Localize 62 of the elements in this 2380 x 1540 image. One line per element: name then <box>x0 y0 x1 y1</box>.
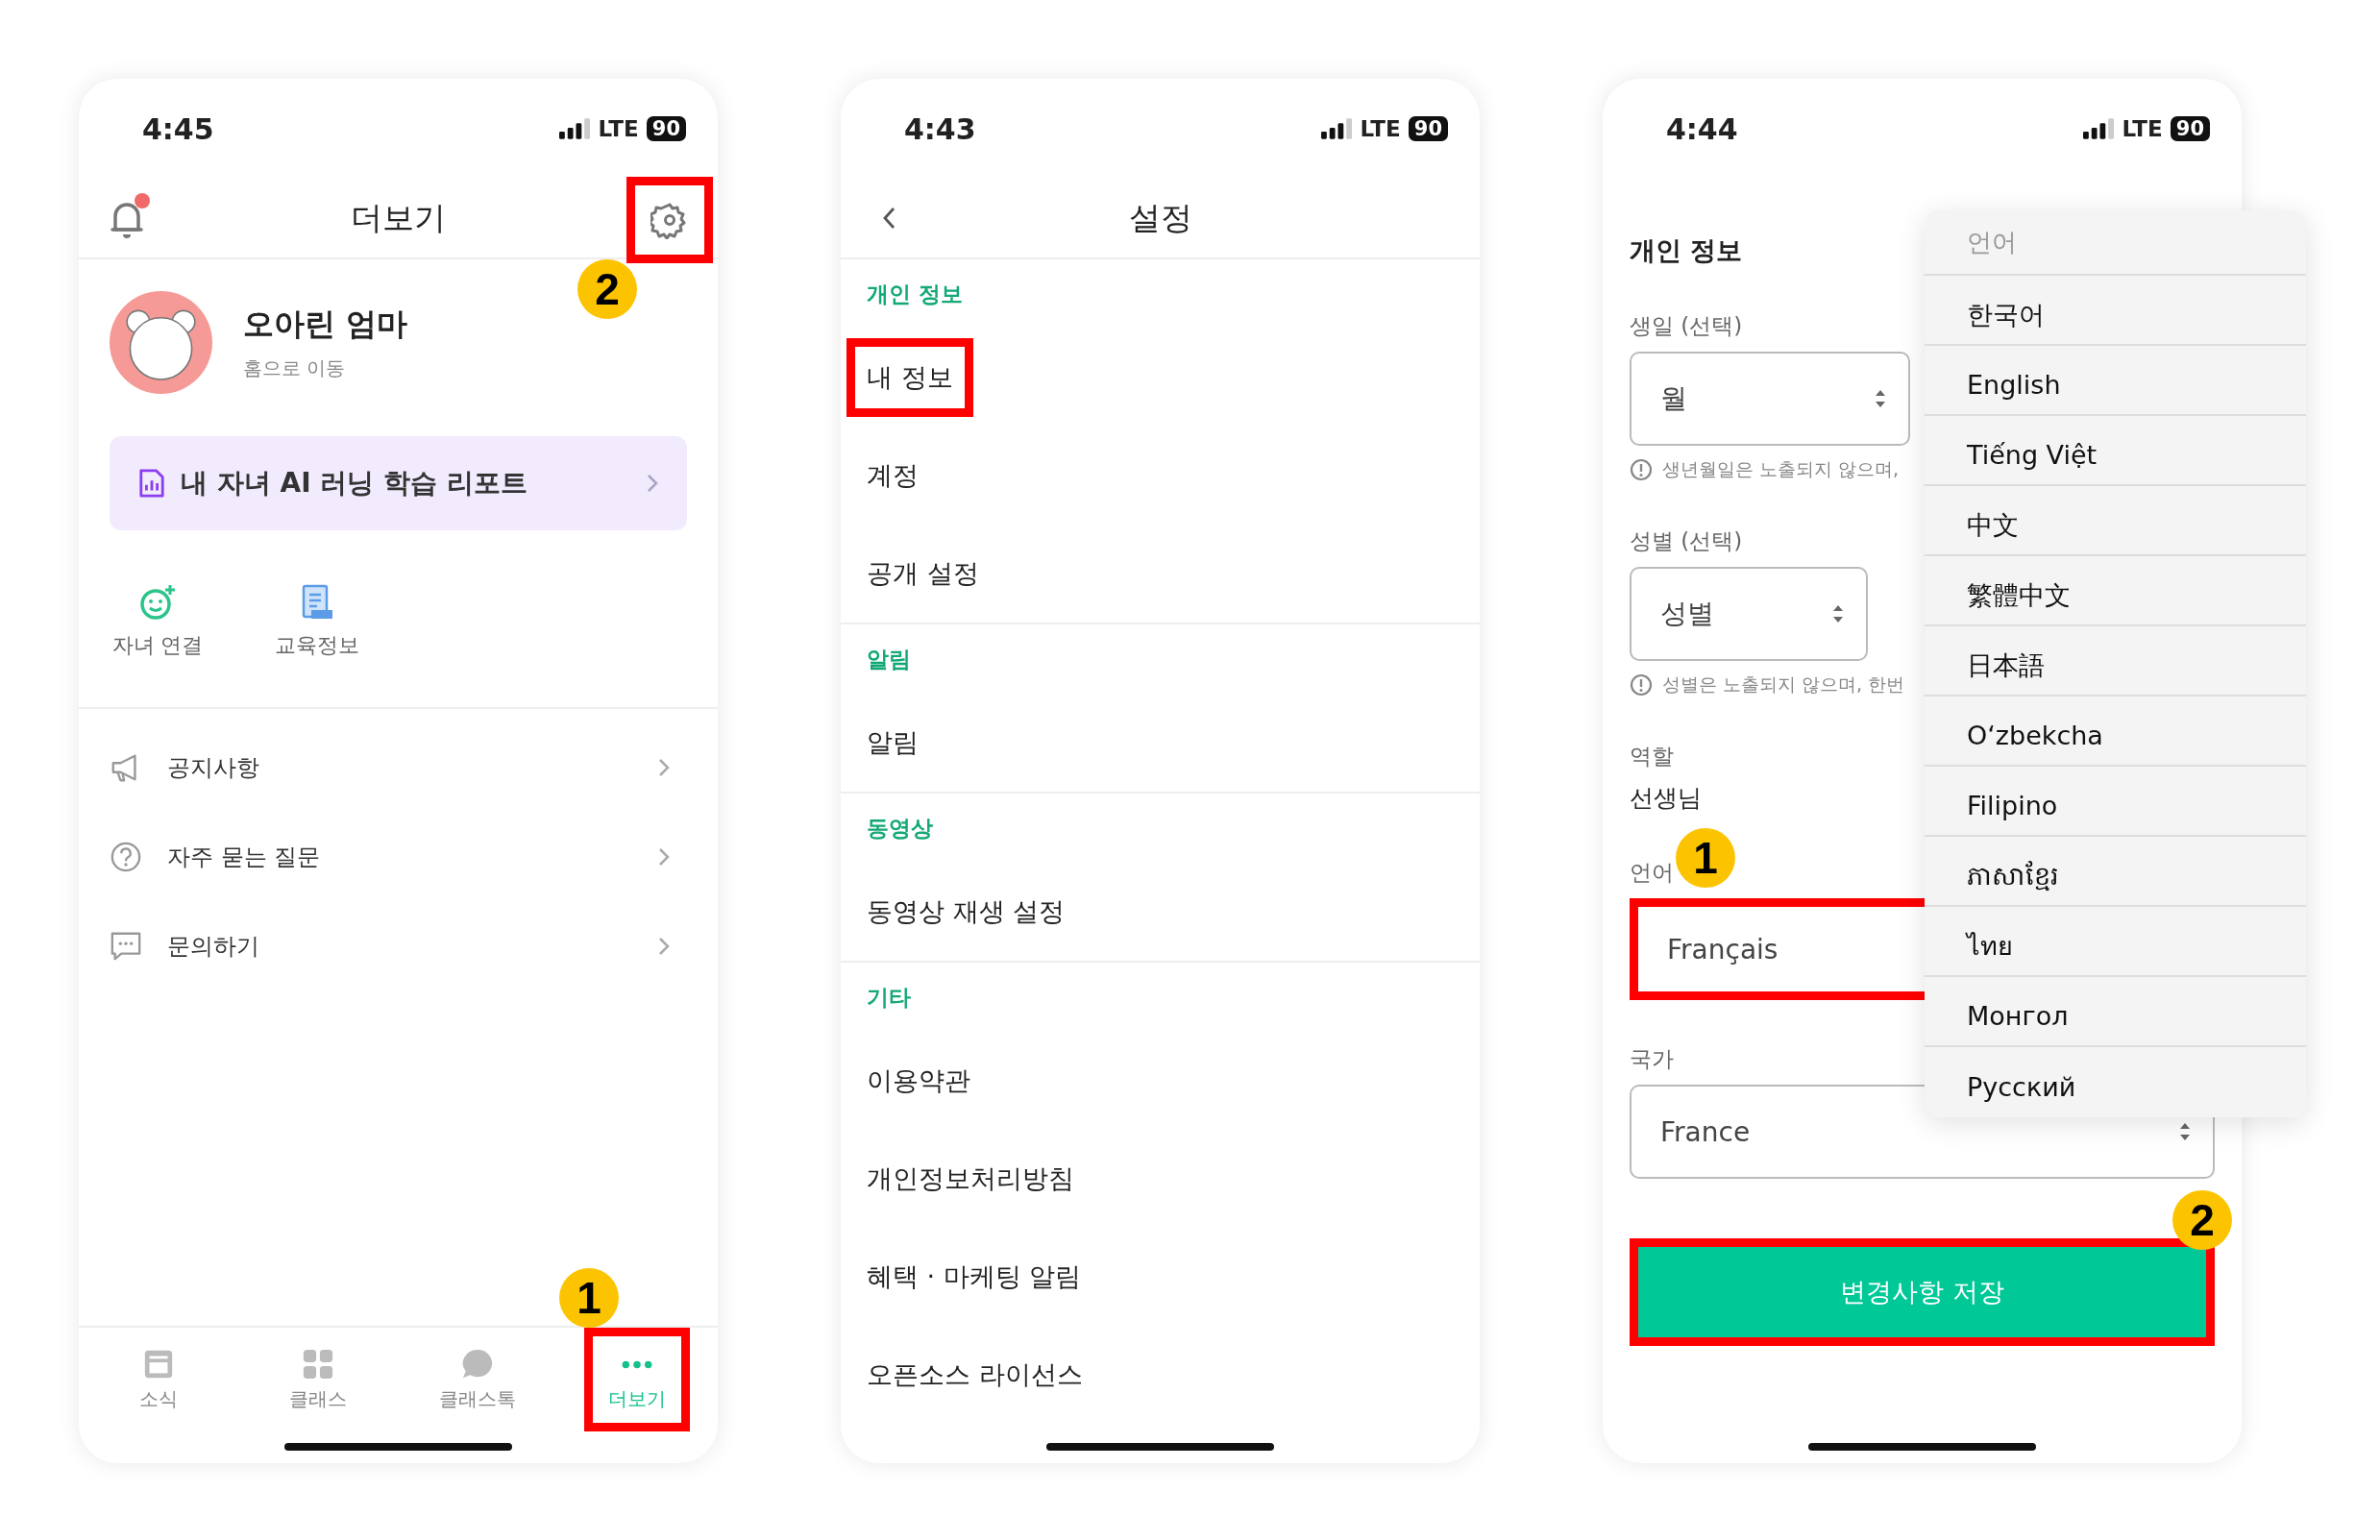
battery-level: 90 <box>1408 116 1448 141</box>
step-badge: 1 <box>559 1268 619 1328</box>
step-badge: 2 <box>577 259 637 319</box>
language-option[interactable]: ភាសាខ្មែរ <box>1925 837 2306 907</box>
step-badge: 2 <box>2172 1190 2232 1250</box>
field-label: 성별 (선택) <box>1630 527 1743 555</box>
settings-item[interactable]: 개인정보처리방침 <box>846 1139 1094 1218</box>
profile-name: 오아린 엄마 <box>243 304 408 344</box>
section-label: 개인 정보 <box>866 280 963 308</box>
language-option[interactable]: English <box>1925 346 2306 416</box>
field-value: 선생님 <box>1630 783 1702 814</box>
screen-title: 설정 <box>1128 197 1192 238</box>
status-time: 4:45 <box>142 111 214 146</box>
language-option[interactable]: 中文 <box>1925 486 2306 556</box>
field-label: 생일 (선택) <box>1630 312 1743 340</box>
hint-text: 성별은 노출되지 않으며, 한번 <box>1662 672 1905 697</box>
settings-item[interactable]: 계정 <box>846 436 939 515</box>
section-label: 동영상 <box>866 814 933 843</box>
settings-item[interactable]: 혜택 · 마케팅 알림 <box>846 1237 1102 1316</box>
report-banner[interactable]: 내 자녀 AI 러닝 학습 리포트 <box>110 436 687 530</box>
screen-title: 더보기 <box>351 197 446 238</box>
network-label: LTE <box>2122 116 2163 141</box>
language-option[interactable]: O‘zbekcha <box>1925 697 2306 767</box>
settings-item[interactable]: 오픈소스 라이선스 <box>846 1335 1103 1414</box>
language-option[interactable]: 한국어 <box>1925 276 2306 346</box>
shortcut-button[interactable]: 자녀 연결 <box>100 530 215 660</box>
settings-item[interactable]: 내 정보 <box>846 338 973 417</box>
network-label: LTE <box>1360 116 1401 141</box>
settings-item[interactable]: 이용약관 <box>846 1041 991 1120</box>
language-option[interactable]: Tiếng Việt <box>1925 416 2306 486</box>
dropdown-title: 언어 <box>1925 210 2306 276</box>
shortcut-button[interactable]: 교육정보 <box>259 530 375 660</box>
language-option[interactable]: ไทย <box>1925 907 2306 977</box>
section-title: 개인 정보 <box>1630 234 1743 267</box>
status-time: 4:43 <box>904 111 976 146</box>
settings-item[interactable]: 공개 설정 <box>846 534 999 613</box>
home-link[interactable]: 홈으로 이동 <box>243 354 408 381</box>
language-option[interactable]: 日本語 <box>1925 626 2306 697</box>
language-option[interactable]: 繁體中文 <box>1925 556 2306 626</box>
menu-item[interactable]: 자주 묻는 질문 <box>79 812 718 901</box>
status-time: 4:44 <box>1666 111 1738 146</box>
menu-item[interactable]: 문의하기 <box>79 901 718 990</box>
battery-level: 90 <box>646 116 686 141</box>
section-label: 기타 <box>866 983 911 1012</box>
step-badge: 1 <box>1676 828 1735 888</box>
network-label: LTE <box>598 116 639 141</box>
settings-item[interactable]: 알림 <box>846 703 939 782</box>
select-field[interactable]: 성별 <box>1630 567 1868 661</box>
section-label: 알림 <box>866 645 911 673</box>
battery-level: 90 <box>2170 116 2210 141</box>
tab[interactable]: 클래스 <box>265 1328 371 1431</box>
menu-item[interactable]: 공지사항 <box>79 722 718 812</box>
language-option[interactable]: Монгол <box>1925 977 2306 1047</box>
field-label: 국가 <box>1630 1045 1674 1073</box>
field-label: 언어 <box>1630 859 1674 887</box>
hint-text: 생년월일은 노출되지 않으며, <box>1662 457 1900 481</box>
tab[interactable]: 클래스톡 <box>425 1328 530 1431</box>
select-field[interactable]: 월 <box>1630 352 1910 446</box>
settings-item[interactable]: 동영상 재생 설정 <box>846 872 1086 951</box>
language-option[interactable]: Filipino <box>1925 767 2306 837</box>
tab[interactable]: 소식 <box>106 1328 211 1431</box>
field-label: 역할 <box>1630 743 1674 770</box>
